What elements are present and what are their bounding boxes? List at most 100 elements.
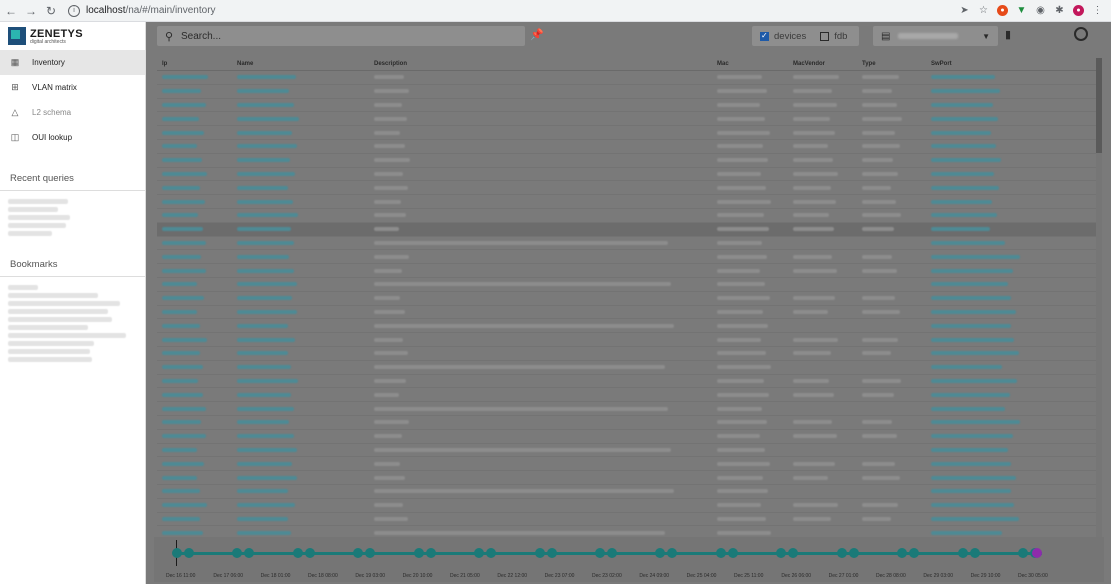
table-cell[interactable] bbox=[926, 236, 1100, 251]
table-cell[interactable] bbox=[926, 332, 1100, 347]
table-cell[interactable] bbox=[157, 111, 232, 127]
timeline-point[interactable] bbox=[788, 548, 799, 558]
table-row[interactable] bbox=[157, 360, 1100, 375]
timeline-point[interactable] bbox=[292, 548, 303, 558]
table-cell[interactable] bbox=[157, 332, 232, 347]
timeline-point[interactable] bbox=[534, 548, 545, 558]
table-row[interactable] bbox=[157, 498, 1100, 513]
table-cell[interactable] bbox=[157, 387, 232, 403]
bookmark-item[interactable] bbox=[8, 333, 126, 338]
table-row[interactable] bbox=[157, 125, 1100, 140]
bookmark-item[interactable] bbox=[8, 357, 92, 362]
bookmark-item[interactable] bbox=[8, 349, 90, 354]
fdb-checkbox[interactable] bbox=[820, 31, 830, 41]
table-row[interactable] bbox=[157, 484, 1100, 499]
table-cell[interactable] bbox=[157, 456, 232, 472]
scrollbar-thumb[interactable] bbox=[1096, 58, 1102, 153]
table-cell[interactable] bbox=[157, 443, 232, 458]
table-cell[interactable] bbox=[926, 194, 1100, 209]
column-header-ip[interactable]: Ip bbox=[157, 58, 232, 71]
table-cell[interactable] bbox=[232, 415, 369, 430]
forward-icon[interactable]: → bbox=[22, 4, 40, 18]
table-cell[interactable] bbox=[926, 167, 1100, 182]
timeline-point[interactable] bbox=[655, 548, 666, 558]
table-cell[interactable] bbox=[157, 98, 232, 113]
table-cell[interactable] bbox=[232, 263, 369, 278]
table-cell[interactable] bbox=[232, 498, 369, 513]
table-row[interactable] bbox=[157, 443, 1100, 458]
table-row[interactable] bbox=[157, 139, 1100, 154]
table-cell[interactable] bbox=[232, 222, 369, 237]
table-cell[interactable] bbox=[926, 125, 1100, 140]
search-box[interactable]: ⚲ bbox=[157, 26, 525, 46]
table-cell[interactable] bbox=[157, 222, 232, 237]
table-cell[interactable] bbox=[157, 374, 232, 389]
recent-query-item[interactable] bbox=[8, 207, 58, 212]
timeline-point[interactable] bbox=[413, 548, 424, 558]
table-row[interactable] bbox=[157, 249, 1100, 265]
timeline-point[interactable] bbox=[667, 548, 678, 558]
table-row[interactable] bbox=[157, 208, 1100, 223]
table-cell[interactable] bbox=[232, 180, 369, 196]
profile-icon[interactable]: ● bbox=[1073, 5, 1084, 16]
back-icon[interactable]: ← bbox=[2, 4, 20, 18]
search-input[interactable] bbox=[179, 29, 483, 43]
scrollbar[interactable] bbox=[1096, 58, 1102, 542]
table-cell[interactable] bbox=[157, 153, 232, 168]
sidebar-item-vlan-matrix[interactable]: ⊞ VLAN matrix bbox=[0, 75, 145, 100]
table-row[interactable] bbox=[157, 346, 1100, 361]
table-cell[interactable] bbox=[232, 125, 369, 140]
table-cell[interactable] bbox=[232, 305, 369, 320]
table-row[interactable] bbox=[157, 277, 1100, 292]
table-row[interactable] bbox=[157, 318, 1100, 334]
table-cell[interactable] bbox=[157, 305, 232, 320]
timeline-point-current[interactable] bbox=[1032, 548, 1042, 558]
table-row[interactable] bbox=[157, 153, 1100, 168]
device-select[interactable]: ▤ ▼ bbox=[873, 26, 998, 46]
timeline-point[interactable] bbox=[595, 548, 605, 558]
table-cell[interactable] bbox=[926, 208, 1100, 223]
table-row[interactable] bbox=[157, 70, 1100, 85]
sidebar-item-inventory[interactable]: ▦ Inventory bbox=[0, 50, 145, 75]
table-row[interactable] bbox=[157, 387, 1100, 403]
table-cell[interactable] bbox=[157, 346, 232, 361]
table-cell[interactable] bbox=[157, 277, 232, 292]
address-bar[interactable]: i localhost/na/#/main/inventory bbox=[68, 4, 216, 17]
table-cell[interactable] bbox=[232, 208, 369, 223]
table-cell[interactable] bbox=[926, 401, 1100, 416]
column-header-description[interactable]: Description bbox=[369, 58, 712, 71]
table-cell[interactable] bbox=[926, 249, 1100, 265]
table-cell[interactable] bbox=[157, 415, 232, 430]
timeline-point[interactable] bbox=[715, 548, 726, 558]
recent-query-item[interactable] bbox=[8, 199, 68, 204]
table-cell[interactable] bbox=[926, 139, 1100, 154]
table-row[interactable] bbox=[157, 456, 1100, 472]
table-cell[interactable] bbox=[926, 484, 1100, 499]
table-cell[interactable] bbox=[232, 512, 369, 527]
timeline-point[interactable] bbox=[546, 548, 557, 558]
column-header-swport[interactable]: SwPort bbox=[926, 58, 1100, 71]
table-cell[interactable] bbox=[232, 153, 369, 168]
sidebar-item-l2-schema[interactable]: △ L2 schema bbox=[0, 100, 145, 125]
table-cell[interactable] bbox=[926, 153, 1100, 168]
table-cell[interactable] bbox=[926, 291, 1100, 306]
table-row[interactable] bbox=[157, 194, 1100, 209]
table-row[interactable] bbox=[157, 167, 1100, 182]
table-cell[interactable] bbox=[926, 512, 1100, 527]
table-row[interactable] bbox=[157, 374, 1100, 389]
recent-query-item[interactable] bbox=[8, 215, 70, 220]
table-cell[interactable] bbox=[926, 222, 1100, 237]
send-icon[interactable]: ➤ bbox=[959, 5, 970, 16]
puzzle-icon[interactable]: ✱ bbox=[1054, 5, 1065, 16]
star-icon[interactable]: ☆ bbox=[978, 5, 989, 16]
table-cell[interactable] bbox=[232, 443, 369, 458]
table-cell[interactable] bbox=[157, 125, 232, 140]
bookmark-item[interactable] bbox=[8, 317, 112, 322]
table-cell[interactable] bbox=[232, 111, 369, 127]
column-header-type[interactable]: Type bbox=[857, 58, 926, 71]
bookmark-icon[interactable]: ▮ bbox=[1005, 28, 1011, 41]
table-cell[interactable] bbox=[157, 84, 232, 99]
table-cell[interactable] bbox=[232, 429, 369, 444]
bookmark-item[interactable] bbox=[8, 301, 120, 306]
table-cell[interactable] bbox=[232, 401, 369, 416]
